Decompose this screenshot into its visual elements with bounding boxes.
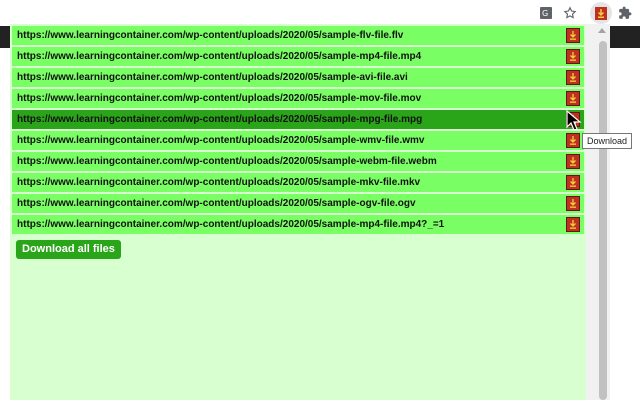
translate-icon[interactable]: G: [537, 4, 555, 22]
list-item: https://www.learningcontainer.com/wp-con…: [12, 215, 584, 234]
download-button[interactable]: [566, 154, 580, 169]
download-icon: [570, 30, 576, 40]
file-url[interactable]: https://www.learningcontainer.com/wp-con…: [17, 198, 416, 209]
download-button[interactable]: [566, 70, 580, 85]
download-icon: [570, 198, 576, 208]
download-button[interactable]: [566, 196, 580, 211]
file-url[interactable]: https://www.learningcontainer.com/wp-con…: [17, 156, 437, 167]
download-button[interactable]: [566, 28, 580, 43]
download-icon: [570, 72, 576, 82]
scrollbar[interactable]: [586, 24, 610, 400]
download-button[interactable]: [566, 175, 580, 190]
download-button[interactable]: [566, 217, 580, 232]
list-item: https://www.learningcontainer.com/wp-con…: [12, 173, 584, 192]
puzzle-icon[interactable]: [616, 4, 634, 22]
download-icon: [570, 135, 576, 145]
download-icon: [570, 156, 576, 166]
file-url[interactable]: https://www.learningcontainer.com/wp-con…: [17, 114, 422, 125]
list-item: https://www.learningcontainer.com/wp-con…: [12, 68, 584, 87]
list-item: https://www.learningcontainer.com/wp-con…: [12, 131, 584, 150]
download-button[interactable]: [566, 91, 580, 106]
file-url[interactable]: https://www.learningcontainer.com/wp-con…: [17, 51, 421, 62]
file-url[interactable]: https://www.learningcontainer.com/wp-con…: [17, 30, 403, 41]
download-icon: [570, 219, 576, 229]
download-icon: [570, 51, 576, 61]
download-button[interactable]: [566, 49, 580, 64]
download-all-button[interactable]: Download all files: [16, 240, 121, 259]
scroll-thumb[interactable]: [599, 41, 607, 400]
file-url[interactable]: https://www.learningcontainer.com/wp-con…: [17, 72, 408, 83]
file-url[interactable]: https://www.learningcontainer.com/wp-con…: [17, 135, 425, 146]
list-item-active: https://www.learningcontainer.com/wp-con…: [12, 110, 584, 129]
list-item: https://www.learningcontainer.com/wp-con…: [12, 194, 584, 213]
download-tooltip: Download: [582, 133, 633, 149]
svg-text:G: G: [542, 9, 548, 18]
extension-download-icon[interactable]: [590, 2, 612, 24]
list-item: https://www.learningcontainer.com/wp-con…: [12, 47, 584, 66]
download-icon: [570, 93, 576, 103]
scroll-up-arrow-icon[interactable]: [598, 28, 606, 33]
list-item: https://www.learningcontainer.com/wp-con…: [12, 152, 584, 171]
list-item: https://www.learningcontainer.com/wp-con…: [12, 26, 584, 45]
cursor-icon: [566, 109, 582, 137]
file-url[interactable]: https://www.learningcontainer.com/wp-con…: [17, 219, 444, 230]
browser-toolbar: G: [0, 0, 640, 26]
list-item: https://www.learningcontainer.com/wp-con…: [12, 89, 584, 108]
downloads-popup: https://www.learningcontainer.com/wp-con…: [10, 24, 586, 400]
download-icon: [570, 177, 576, 187]
file-url[interactable]: https://www.learningcontainer.com/wp-con…: [17, 93, 421, 104]
star-icon[interactable]: [561, 4, 579, 22]
file-url[interactable]: https://www.learningcontainer.com/wp-con…: [17, 177, 420, 188]
